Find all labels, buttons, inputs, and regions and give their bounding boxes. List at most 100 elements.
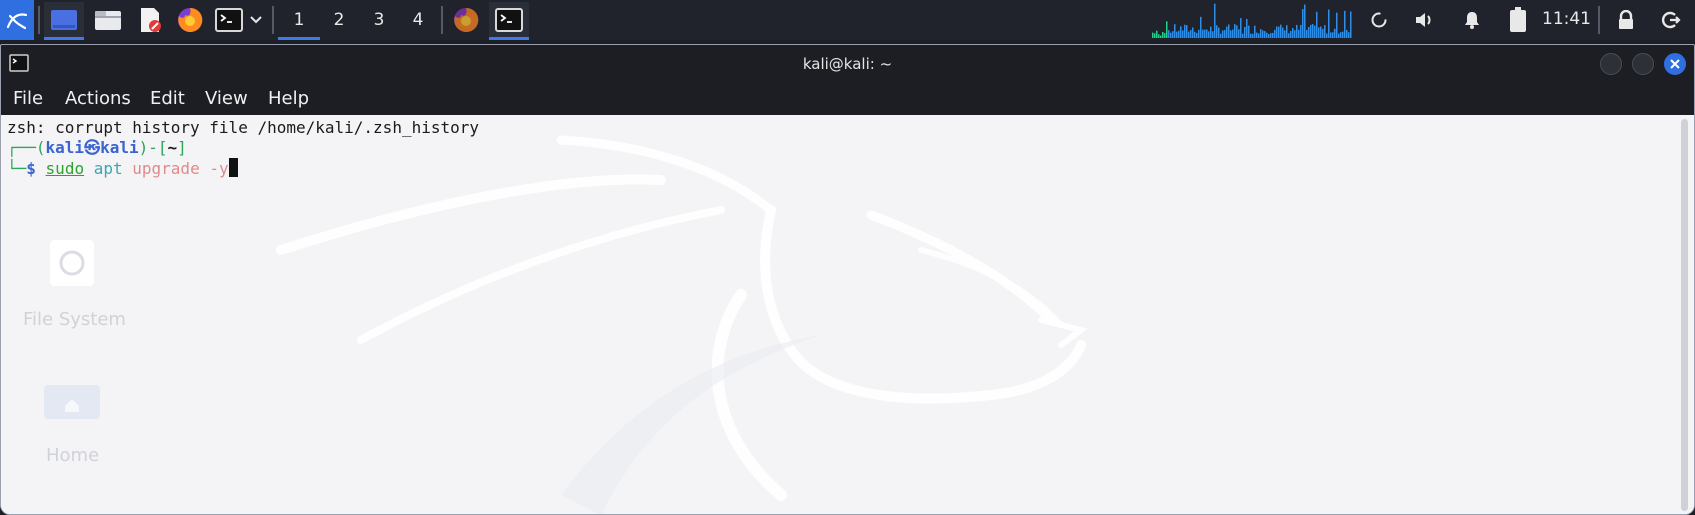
logout-icon [1661,11,1681,29]
prompt-dollar: $ [26,159,36,178]
update-icon [1371,12,1387,28]
cpu-graph-bar [1182,30,1184,38]
cpu-graph-bar [1322,28,1324,38]
cpu-graph-bar [1196,33,1198,38]
cpu-graph-bar [1156,30,1158,38]
panel-separator [38,6,40,34]
cpu-graph-bar [1248,25,1250,38]
menu-actions[interactable]: Actions [65,83,131,115]
cpu-graph-bar [1256,32,1258,38]
cpu-graph-bar [1302,9,1304,39]
terminal-icon [215,8,243,32]
cpu-graph-bar [1160,35,1162,38]
firefox-task[interactable] [447,2,485,38]
kali-menu-button[interactable] [0,0,34,40]
cpu-graph-bar [1334,28,1336,38]
terminal-launcher[interactable] [213,2,245,38]
firefox-icon [178,7,203,32]
cpu-graph-bar [1332,32,1334,38]
firefox-launcher[interactable] [172,2,208,38]
cpu-graph-bar [1270,33,1272,38]
scrollbar[interactable] [1681,119,1688,511]
cpu-graph-bar [1324,25,1326,38]
cpu-graph-bar [1272,32,1274,38]
cpu-graph-bar [1298,29,1300,38]
update-indicator[interactable] [1365,2,1393,38]
cpu-graph-bar [1284,30,1286,38]
battery-button[interactable] [1503,2,1533,38]
cpu-graph-bar [1226,26,1228,38]
menu-view[interactable]: View [205,83,248,115]
text-editor-launcher[interactable] [132,2,168,38]
prompt-bracket: )-[ [138,138,168,157]
terminal-task[interactable] [489,2,529,38]
menu-edit[interactable]: Edit [150,83,185,115]
file-manager-launcher[interactable] [90,2,126,38]
cpu-graph-bar [1288,33,1290,38]
minimize-button[interactable] [1600,53,1622,75]
terminal-dropdown-button[interactable] [246,2,266,38]
cpu-graph-bar [1184,24,1186,38]
cpu-graph-bar [1286,25,1288,38]
close-button[interactable] [1664,53,1686,75]
cpu-graph-bar [1290,30,1292,38]
menu-help[interactable]: Help [268,83,309,115]
volume-button[interactable] [1410,2,1440,38]
active-indicator [44,37,84,40]
workspace-1[interactable]: 1 [278,0,320,40]
cpu-graph-bar [1264,31,1266,38]
menu-file[interactable]: File [13,83,43,115]
panel-separator [441,6,443,34]
chevron-down-icon [250,16,262,24]
workspace-3[interactable]: 3 [358,0,400,40]
cpu-graph-bar [1318,27,1320,38]
workspace-2[interactable]: 2 [318,0,360,40]
cpu-graph-bar [1280,24,1282,38]
prompt-line-2[interactable]: └─$ sudo apt upgrade -y [7,158,238,179]
cpu-graph-bar [1174,24,1176,38]
desktop-icon-label: File System [23,309,126,330]
cpu-graph[interactable] [1152,0,1354,40]
cpu-graph-bar [1194,31,1196,38]
cpu-graph-bar [1320,26,1322,38]
show-desktop-button[interactable] [44,2,84,38]
cpu-graph-bar [1176,31,1178,38]
cpu-graph-bar [1162,31,1164,38]
cpu-graph-bar [1242,33,1244,38]
cpu-graph-bar [1240,18,1242,38]
cpu-graph-bar [1330,32,1332,38]
terminal-area[interactable]: File System Home zsh: corrupt history fi… [1,115,1694,514]
cpu-graph-bar [1250,33,1252,38]
kali-menu-icon [6,13,28,30]
cpu-graph-bar [1210,26,1212,38]
logout-button[interactable] [1656,2,1686,38]
cpu-graph-bar [1230,30,1232,38]
cpu-graph-bar [1236,25,1238,38]
cpu-graph-bar [1170,32,1172,38]
notifications-button[interactable] [1457,2,1487,38]
workspace-4[interactable]: 4 [397,0,439,40]
cpu-graph-bar [1304,4,1306,38]
cpu-graph-bar [1206,29,1208,38]
cpu-graph-bar [1316,11,1318,38]
cpu-graph-bar [1344,10,1346,38]
cpu-graph-bar [1180,26,1182,38]
cpu-graph-bar [1338,33,1340,38]
cpu-graph-bar [1328,9,1330,38]
text-cursor [228,158,238,177]
command-apt: apt [93,159,123,178]
prompt-bracket: ┌──( [7,138,46,157]
clock[interactable]: 11:41 [1542,0,1591,40]
cpu-graph-bar [1262,30,1264,38]
text-editor-icon [141,8,161,32]
battery-icon [1510,7,1526,32]
cpu-graph-bar [1350,11,1352,38]
cpu-graph-bar [1186,25,1188,38]
title-bar[interactable]: kali@kali: ~ [1,45,1694,83]
cpu-graph-bar [1232,29,1234,38]
top-panel: 1 2 3 4 11:41 [0,0,1695,40]
cpu-graph-bar [1314,25,1316,38]
lock-screen-button[interactable] [1611,2,1641,38]
desktop-icon-label: Home [46,445,100,466]
maximize-button[interactable] [1632,53,1654,75]
